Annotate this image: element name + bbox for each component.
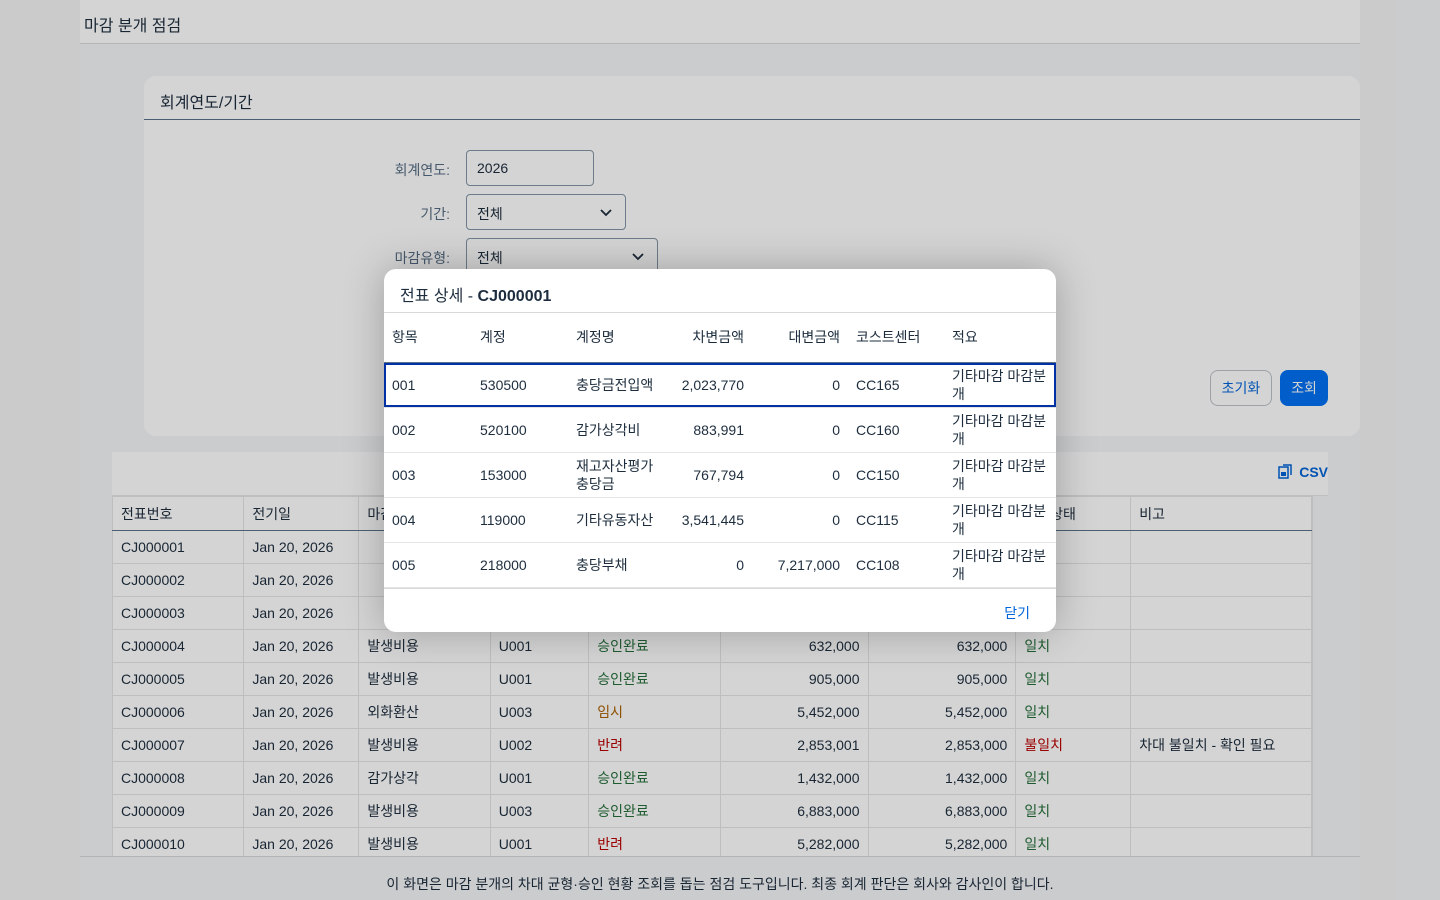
line-item-row[interactable]: 004 119000 기타유동자산 3,541,445 0 CC115 기타마감 마감분개: [384, 497, 1056, 543]
close-button[interactable]: 닫기: [1004, 603, 1030, 623]
line-item-cell: CC165: [848, 362, 944, 408]
line-item-cell: 기타마감 마감분개: [944, 407, 1056, 453]
line-item-cell: 002: [384, 407, 472, 453]
line-item-cell: 001: [384, 362, 472, 408]
line-item-cell: 119000: [472, 497, 568, 543]
line-item-cell: CC108: [848, 542, 944, 588]
line-item-column-header: 차변금액: [664, 313, 752, 363]
dialog-title-prefix: 전표 상세 -: [400, 288, 478, 305]
dialog-header: 전표 상세 - CJ000001: [384, 269, 1056, 313]
line-item-cell: 3,541,445: [664, 497, 752, 543]
line-item-cell: CC160: [848, 407, 944, 453]
line-item-cell: 767,794: [664, 452, 752, 498]
line-item-cell: 기타마감 마감분개: [944, 497, 1056, 543]
line-item-cell: 충당금전입액: [568, 362, 664, 408]
line-item-column-header: 코스트센터: [848, 313, 944, 363]
line-item-cell: 530500: [472, 362, 568, 408]
line-item-row[interactable]: 005 218000 충당부채 0 7,217,000 CC108 기타마감 마감분개: [384, 542, 1056, 588]
line-item-header-row: 항목 계정 계정명 차변금액 대변금액 코스트센터 적요: [384, 313, 1056, 363]
dialog-footer: 닫기: [384, 588, 1056, 632]
line-item-column-header: 항목: [384, 313, 472, 363]
line-item-cell: 153000: [472, 452, 568, 498]
dialog-title-doc: CJ000001: [477, 288, 552, 305]
line-item-row[interactable]: 001 530500 충당금전입액 2,023,770 0 CC165 기타마감 마감분개: [384, 362, 1056, 408]
line-item-cell: 0: [664, 542, 752, 588]
line-item-table: 항목 계정 계정명 차변금액 대변금액 코스트센터 적요 001 530500 충당금전입액 2,…: [384, 313, 1056, 588]
line-item-row[interactable]: 002 520100 감가상각비 883,991 0 CC160 기타마감 마감분개: [384, 407, 1056, 453]
line-item-row[interactable]: 003 153000 재고자산평가충당금 767,794 0 CC150 기타마감 마감분개: [384, 452, 1056, 498]
line-item-body: 001 530500 충당금전입액 2,023,770 0 CC165 기타마감 마감분개 0…: [384, 362, 1056, 588]
line-item-column-header: 계정명: [568, 313, 664, 363]
line-item-cell: 218000: [472, 542, 568, 588]
line-item-cell: 7,217,000: [752, 542, 848, 588]
line-item-cell: 004: [384, 497, 472, 543]
journal-detail-dialog: 전표 상세 - CJ000001 항목 계정 계정명 차변금액 대변금액 코스트센터 적요 …: [384, 269, 1056, 632]
line-item-cell: 기타마감 마감분개: [944, 542, 1056, 588]
line-item-cell: 재고자산평가충당금: [568, 452, 664, 498]
line-item-cell: 003: [384, 452, 472, 498]
line-item-cell: 2,023,770: [664, 362, 752, 408]
line-item-cell: 기타유동자산: [568, 497, 664, 543]
line-item-cell: CC115: [848, 497, 944, 543]
line-item-cell: 883,991: [664, 407, 752, 453]
line-item-column-header: 적요: [944, 313, 1056, 363]
dialog-title: 전표 상세 - CJ000001: [400, 282, 551, 306]
line-item-cell: 감가상각비: [568, 407, 664, 453]
line-item-cell: 0: [752, 452, 848, 498]
line-item-cell: 충당부채: [568, 542, 664, 588]
line-item-column-header: 계정: [472, 313, 568, 363]
line-item-cell: 기타마감 마감분개: [944, 452, 1056, 498]
line-item-cell: 0: [752, 407, 848, 453]
line-item-cell: 0: [752, 362, 848, 408]
line-item-cell: 005: [384, 542, 472, 588]
line-item-cell: 기타마감 마감분개: [944, 362, 1056, 408]
line-item-cell: 0: [752, 497, 848, 543]
line-item-column-header: 대변금액: [752, 313, 848, 363]
line-item-cell: CC150: [848, 452, 944, 498]
line-item-cell: 520100: [472, 407, 568, 453]
